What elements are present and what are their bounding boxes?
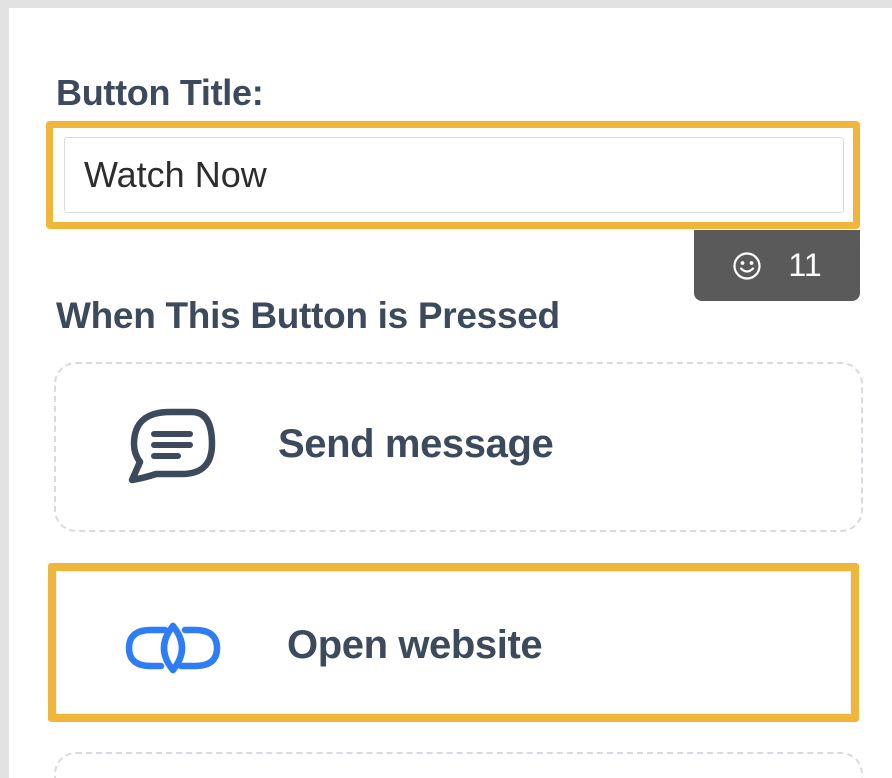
next-option-card[interactable] <box>54 752 863 778</box>
frame-top-border <box>0 0 892 8</box>
frame-left-border <box>0 0 9 778</box>
button-editor-panel: Button Title: 11 When This Button is Pre… <box>9 8 892 778</box>
smiley-icon[interactable] <box>732 251 762 281</box>
button-title-highlight <box>46 121 860 229</box>
pressed-section-label: When This Button is Pressed <box>56 295 560 336</box>
button-title-label: Button Title: <box>56 72 264 113</box>
send-message-label: Send message <box>278 422 554 466</box>
char-count: 11 <box>788 247 822 283</box>
message-bubble-icon <box>128 408 216 484</box>
open-website-highlight <box>48 563 859 722</box>
send-message-option[interactable]: Send message <box>54 362 863 532</box>
screenshot-frame: Button Title: 11 When This Button is Pre… <box>0 0 892 778</box>
char-counter-badge: 11 <box>694 230 860 301</box>
